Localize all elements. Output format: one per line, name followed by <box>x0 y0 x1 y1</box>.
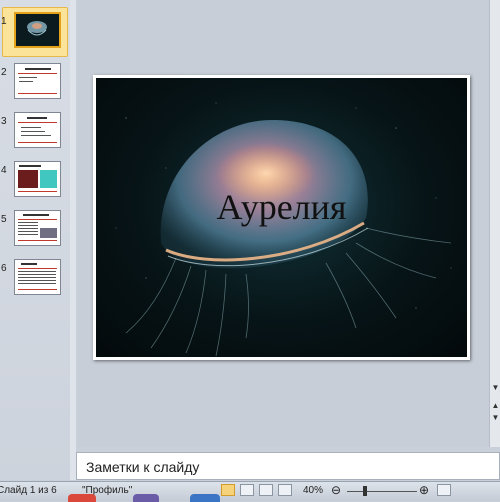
zoom-slider-thumb[interactable] <box>363 486 367 496</box>
zoom-out-icon[interactable]: ⊖ <box>331 483 341 497</box>
thumb-photo <box>40 170 57 188</box>
previous-slide-icon[interactable]: ▲ <box>491 401 500 411</box>
thumbnail-image[interactable] <box>14 210 61 246</box>
slide-thumbnails-panel: 1 2 3 4 5 6 <box>0 0 71 480</box>
thumbnail-number: 3 <box>1 116 7 127</box>
notes-pane[interactable]: Заметки к слайду <box>76 452 500 480</box>
fit-slide-button[interactable] <box>437 484 451 496</box>
next-slide-icon[interactable]: ▼ <box>491 413 500 423</box>
thumbnails-scrollbar[interactable] <box>70 0 76 480</box>
thumb-title-line <box>19 165 41 167</box>
thumbnail-image[interactable] <box>14 259 61 295</box>
thumb-red-rule <box>18 219 57 220</box>
thumbnail-slide-5[interactable]: 5 <box>0 210 70 250</box>
thumbnail-number: 2 <box>1 67 7 78</box>
thumb-red-rule <box>18 73 57 74</box>
current-slide[interactable]: Аурелия <box>93 75 470 360</box>
thumbnail-slide-6[interactable]: 6 <box>0 259 70 299</box>
slide-show-button[interactable] <box>278 484 292 496</box>
thumb-red-rule <box>18 191 57 192</box>
zoom-level[interactable]: 40% <box>303 485 323 496</box>
thumb-text-line <box>21 135 51 136</box>
thumbnail-image[interactable] <box>14 161 61 197</box>
thumbnail-image[interactable] <box>14 12 61 48</box>
scroll-down-arrow-icon[interactable]: ▼ <box>491 383 500 393</box>
thumb-title-line <box>23 214 49 216</box>
thumb-text-line <box>21 131 45 132</box>
reading-view-button[interactable] <box>259 484 273 496</box>
thumb-text-line <box>19 81 33 82</box>
thumbnail-slide-3[interactable]: 3 <box>0 112 70 152</box>
zoom-in-icon[interactable]: ⊕ <box>419 483 429 497</box>
thumb-text-line <box>21 127 41 128</box>
slide-counter: Слайд 1 из 6 <box>0 485 57 496</box>
thumbnail-number: 5 <box>1 214 7 225</box>
notes-placeholder: Заметки к слайду <box>86 459 200 475</box>
thumb-text-line <box>19 77 37 78</box>
thumb-text-block <box>18 170 38 188</box>
slide-sorter-view-button[interactable] <box>240 484 254 496</box>
normal-view-button[interactable] <box>221 484 235 496</box>
thumb-red-rule <box>18 142 57 143</box>
zoom-slider-track[interactable] <box>347 491 417 492</box>
taskbar-app-icon[interactable] <box>190 494 220 502</box>
jellyfish-thumb-icon <box>16 14 59 46</box>
taskbar-app-icon[interactable] <box>68 494 96 502</box>
thumbnail-number: 6 <box>1 263 7 274</box>
thumbnail-image[interactable] <box>14 112 61 148</box>
thumbnail-slide-2[interactable]: 2 <box>0 63 70 103</box>
jellyfish-photo[interactable]: Аурелия <box>96 78 467 357</box>
taskbar-app-icon[interactable] <box>133 494 159 502</box>
thumb-text-block <box>18 271 56 285</box>
thumbnail-slide-1[interactable]: 1 <box>0 7 70 57</box>
thumbnail-number: 4 <box>1 165 7 176</box>
slide-title[interactable]: Аурелия <box>96 186 467 228</box>
thumb-title-line <box>27 117 47 119</box>
thumb-text-block <box>18 222 38 236</box>
thumbnail-number: 1 <box>1 16 7 27</box>
thumb-red-rule <box>18 240 57 241</box>
thumb-red-rule <box>18 122 57 123</box>
thumbnail-image[interactable] <box>14 63 61 99</box>
thumb-red-rule <box>18 268 57 269</box>
editor-vertical-scrollbar[interactable]: ▼ ▲ ▼ <box>489 0 500 447</box>
thumb-title-line <box>21 263 37 265</box>
thumbnail-slide-4[interactable]: 4 <box>0 161 70 201</box>
thumb-title-line <box>25 68 51 70</box>
thumb-photo <box>40 228 57 238</box>
thumb-red-rule <box>18 289 57 290</box>
thumb-red-rule <box>18 93 57 94</box>
